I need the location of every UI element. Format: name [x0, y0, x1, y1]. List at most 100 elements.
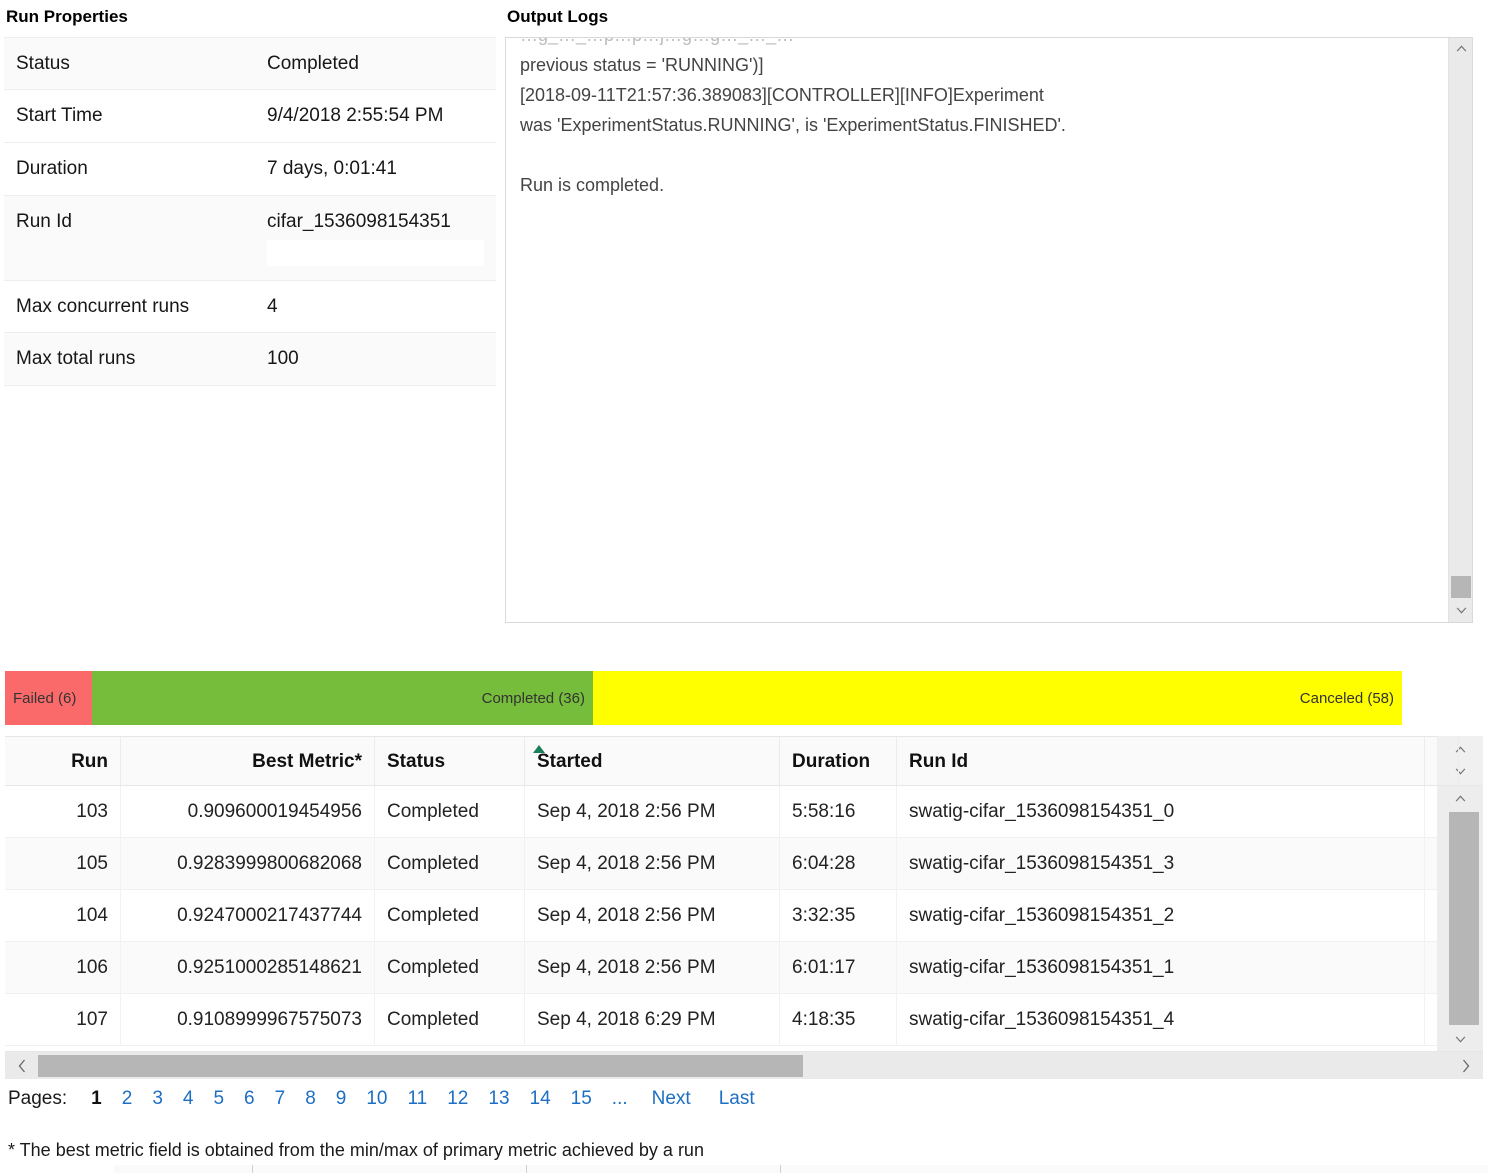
cell-run-id: swatig-cifar_1536098154351_2 — [897, 890, 1425, 941]
output-logs-body: previous status = 'RUNNING')] [2018-09-1… — [520, 55, 1066, 195]
column-header-duration[interactable]: Duration — [780, 737, 897, 787]
cell-started: Sep 4, 2018 2:56 PM — [525, 942, 780, 993]
page-link-14[interactable]: 14 — [520, 1088, 561, 1110]
property-row-max-concurrent-runs: Max concurrent runs 4 — [4, 280, 496, 333]
column-header-spacer — [1425, 737, 1459, 787]
cell-status: Completed — [375, 942, 525, 993]
property-key-max-concurrent-runs: Max concurrent runs — [4, 280, 255, 333]
property-value-max-total-runs: 100 — [255, 333, 496, 386]
page-link-11[interactable]: 11 — [398, 1088, 438, 1110]
output-logs-scrollbar[interactable] — [1448, 38, 1472, 622]
cell-run: 105 — [5, 838, 121, 889]
column-header-started-label: Started — [537, 751, 602, 773]
page-link-6[interactable]: 6 — [234, 1088, 265, 1110]
run-properties-panel: Run Properties Status Completed Start Ti… — [4, 8, 496, 386]
table-row[interactable]: 103 0.909600019454956 Completed Sep 4, 2… — [5, 786, 1483, 838]
cell-run-id: swatig-cifar_1536098154351_1 — [897, 942, 1425, 993]
status-segment-completed-label: Completed (36) — [482, 690, 585, 707]
property-row-max-total-runs: Max total runs 100 — [4, 333, 496, 386]
run-properties-title: Run Properties — [6, 8, 496, 27]
bottom-partial-table — [0, 1165, 1488, 1173]
runs-table-header: Run Best Metric* Status Started Duration — [5, 736, 1483, 786]
status-segment-failed[interactable]: Failed (6) — [5, 671, 92, 725]
cell-started: Sep 4, 2018 2:56 PM — [525, 786, 780, 837]
page-link-3[interactable]: 3 — [142, 1088, 173, 1110]
column-header-duration-label: Duration — [792, 751, 870, 773]
runs-table-horizontal-scrollbar[interactable] — [5, 1051, 1483, 1079]
page-link-10[interactable]: 10 — [356, 1088, 397, 1110]
hscroll-left-icon[interactable] — [7, 1052, 37, 1080]
page-link-1[interactable]: 1 — [81, 1088, 112, 1110]
cell-status: Completed — [375, 786, 525, 837]
run-status-distribution-bar: Failed (6) Completed (36) Canceled (58) — [5, 671, 1402, 725]
hscroll-right-icon[interactable] — [1451, 1052, 1481, 1080]
property-value-start-time: 9/4/2018 2:55:54 PM — [255, 90, 496, 143]
page-link-8[interactable]: 8 — [295, 1088, 326, 1110]
column-header-best-metric[interactable]: Best Metric* — [121, 737, 375, 787]
cell-status: Completed — [375, 890, 525, 941]
property-row-run-id: Run Id cifar_1536098154351 — [4, 195, 496, 280]
status-segment-completed[interactable]: Completed (36) — [92, 671, 593, 725]
table-row[interactable]: 104 0.9247000217437744 Completed Sep 4, … — [5, 890, 1483, 942]
property-key-duration: Duration — [4, 143, 255, 196]
table-row[interactable]: 106 0.9251000285148621 Completed Sep 4, … — [5, 942, 1483, 994]
property-value-duration: 7 days, 0:01:41 — [255, 143, 496, 196]
cell-best-metric: 0.9247000217437744 — [121, 890, 375, 941]
status-segment-canceled[interactable]: Canceled (58) — [593, 671, 1402, 725]
column-header-started[interactable]: Started — [525, 737, 780, 787]
cell-duration: 6:01:17 — [780, 942, 897, 993]
page-link-2[interactable]: 2 — [112, 1088, 143, 1110]
page-root: Run Properties Status Completed Start Ti… — [0, 0, 1488, 1173]
pagination-last-link[interactable]: Last — [705, 1088, 769, 1110]
pagination-next-link[interactable]: Next — [638, 1088, 705, 1110]
page-link-4[interactable]: 4 — [173, 1088, 204, 1110]
property-key-start-time: Start Time — [4, 90, 255, 143]
table-scroll-up-icon[interactable] — [1437, 786, 1483, 810]
column-header-run-label: Run — [71, 751, 108, 773]
runs-table-body: 103 0.909600019454956 Completed Sep 4, 2… — [5, 786, 1437, 1046]
page-link-9[interactable]: 9 — [326, 1088, 357, 1110]
column-header-status-label: Status — [387, 751, 445, 773]
property-row-status: Status Completed — [4, 37, 496, 90]
pagination: Pages: 1 2 3 4 5 6 7 8 9 10 11 12 13 14 … — [8, 1088, 769, 1110]
cell-status: Completed — [375, 838, 525, 889]
cell-run-id: swatig-cifar_1536098154351_4 — [897, 994, 1425, 1045]
status-segment-failed-label: Failed (6) — [13, 690, 76, 707]
property-row-start-time: Start Time 9/4/2018 2:55:54 PM — [4, 90, 496, 143]
runs-table-scroll-thumb[interactable] — [1449, 812, 1479, 1025]
cell-started: Sep 4, 2018 6:29 PM — [525, 994, 780, 1045]
cell-duration: 3:32:35 — [780, 890, 897, 941]
runs-table-scrollbar[interactable] — [1437, 786, 1483, 1051]
best-metric-footnote: * The best metric field is obtained from… — [8, 1140, 704, 1161]
cell-run-id: swatig-cifar_1536098154351_3 — [897, 838, 1425, 889]
property-value-run-id-cell: cifar_1536098154351 — [255, 195, 496, 280]
cell-duration: 6:04:28 — [780, 838, 897, 889]
scroll-down-icon[interactable] — [1449, 600, 1473, 622]
cell-started: Sep 4, 2018 2:56 PM — [525, 890, 780, 941]
column-header-run[interactable]: Run — [5, 737, 121, 787]
scroll-up-icon[interactable] — [1449, 38, 1473, 60]
output-logs-text: …g_…_…p…p…j…g…g…_…_… previous status = '… — [520, 37, 1432, 200]
column-header-run-id[interactable]: Run Id — [897, 737, 1425, 787]
runs-table-hscroll-thumb[interactable] — [38, 1055, 803, 1077]
page-link-7[interactable]: 7 — [265, 1088, 296, 1110]
column-header-status[interactable]: Status — [375, 737, 525, 787]
cell-duration: 4:18:35 — [780, 994, 897, 1045]
cell-status: Completed — [375, 994, 525, 1045]
cell-started: Sep 4, 2018 2:56 PM — [525, 838, 780, 889]
cell-best-metric: 0.909600019454956 — [121, 786, 375, 837]
pagination-ellipsis: ... — [602, 1088, 638, 1110]
page-link-13[interactable]: 13 — [478, 1088, 519, 1110]
property-value-max-concurrent-runs: 4 — [255, 280, 496, 333]
run-id-copy-box[interactable] — [267, 240, 484, 266]
page-link-5[interactable]: 5 — [203, 1088, 234, 1110]
run-properties-table: Status Completed Start Time 9/4/2018 2:5… — [4, 37, 496, 387]
output-logs-box[interactable]: …g_…_…p…p…j…g…g…_…_… previous status = '… — [505, 37, 1473, 623]
cell-best-metric: 0.9108999967575073 — [121, 994, 375, 1045]
table-row[interactable]: 107 0.9108999967575073 Completed Sep 4, … — [5, 994, 1483, 1046]
output-logs-scroll-thumb[interactable] — [1451, 576, 1471, 598]
table-scroll-down-icon[interactable] — [1437, 1027, 1483, 1051]
table-row[interactable]: 105 0.9283999800682068 Completed Sep 4, … — [5, 838, 1483, 890]
page-link-12[interactable]: 12 — [437, 1088, 478, 1110]
page-link-15[interactable]: 15 — [561, 1088, 602, 1110]
